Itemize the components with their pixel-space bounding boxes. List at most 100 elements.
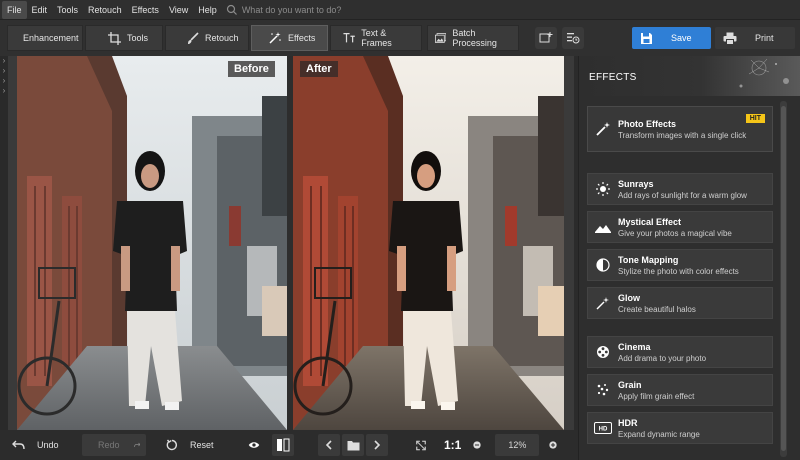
effect-desc: Expand dynamic range — [618, 429, 700, 439]
sun-icon — [593, 179, 613, 199]
preview-toggle[interactable] — [248, 434, 266, 456]
compare-icon — [277, 438, 290, 452]
save-button[interactable]: Save — [632, 27, 711, 49]
scrollbar-thumb[interactable] — [781, 106, 786, 451]
photo-canvas — [8, 56, 574, 430]
dandelion-decoration — [739, 58, 789, 88]
effect-title: Grain — [618, 379, 642, 390]
search-icon — [226, 4, 237, 15]
effect-title: HDR — [618, 417, 638, 428]
tab-label: Batch Processing — [452, 28, 497, 48]
menu-bar: File Edit Tools Retouch Effects View Hel… — [0, 0, 800, 20]
svg-text:HD: HD — [599, 427, 608, 433]
next-image-button[interactable] — [366, 434, 388, 456]
effect-desc: Give your photos a magical vibe — [618, 228, 732, 238]
film-reel-icon — [593, 342, 613, 362]
actual-size-button[interactable]: 1:1 — [444, 434, 461, 456]
plus-circle-icon — [549, 441, 558, 449]
printer-icon — [723, 32, 737, 45]
effect-title: Glow — [618, 292, 640, 303]
collapsed-panel-strip[interactable]: › › › › — [0, 56, 8, 430]
tab-text-frames[interactable]: Text & Frames — [330, 25, 422, 51]
minus-circle-icon — [473, 441, 482, 449]
zoom-in-button[interactable] — [549, 434, 563, 456]
effect-card-cinema[interactable]: Cinema Add drama to your photo — [587, 336, 773, 368]
menu-retouch[interactable]: Retouch — [83, 1, 127, 19]
redo-button[interactable]: Redo — [82, 434, 146, 456]
zoom-out-button[interactable] — [473, 434, 487, 456]
menu-effects[interactable]: Effects — [127, 1, 164, 19]
chevron-right-icon: › — [2, 66, 6, 75]
compare-toggle[interactable] — [272, 434, 294, 456]
grain-icon — [593, 380, 613, 400]
reset-button[interactable]: Reset — [166, 434, 226, 456]
open-folder-button[interactable] — [342, 434, 364, 456]
menu-help[interactable]: Help — [193, 1, 222, 19]
effect-card-photo-effects[interactable]: Photo Effects Transform images with a si… — [587, 106, 773, 152]
history-button[interactable] — [562, 27, 584, 49]
chevron-left-icon — [325, 440, 332, 450]
effect-desc: Add drama to your photo — [618, 353, 707, 363]
after-photo — [293, 56, 564, 430]
menu-file[interactable]: File — [2, 0, 27, 19]
after-label: After — [300, 61, 338, 77]
effect-card-sunrays[interactable]: Sunrays Add rays of sunlight for a warm … — [587, 173, 773, 205]
hit-badge: HIT — [745, 114, 765, 123]
previous-image-button[interactable] — [318, 434, 340, 456]
effect-desc: Transform images with a single click — [618, 130, 747, 140]
add-image-icon — [539, 32, 553, 43]
folder-icon — [347, 440, 359, 450]
chevron-right-icon: › — [2, 86, 6, 95]
search-placeholder: What do you want to do? — [241, 4, 342, 15]
effect-title: Tone Mapping — [618, 254, 679, 265]
magic-wand-icon — [593, 119, 613, 139]
effect-desc: Apply film grain effect — [618, 391, 695, 401]
menu-edit[interactable]: Edit — [27, 1, 53, 19]
add-images-button[interactable] — [535, 27, 557, 49]
history-icon — [567, 33, 580, 44]
effect-desc: Stylize the photo with color effects — [618, 266, 739, 276]
effect-card-hdr[interactable]: HD HDR Expand dynamic range — [587, 412, 773, 444]
panel-title: EFFECTS — [589, 72, 637, 83]
effect-desc: Create beautiful halos — [618, 304, 696, 314]
tab-label: Enhancement — [23, 33, 79, 43]
undo-button[interactable]: Undo — [12, 434, 72, 456]
undo-label: Undo — [37, 440, 59, 450]
save-label: Save — [671, 33, 692, 43]
floppy-disk-icon — [641, 32, 652, 44]
reset-icon — [166, 439, 178, 451]
tab-retouch[interactable]: Retouch — [165, 25, 249, 51]
landscape-icon — [593, 217, 613, 237]
tab-effects[interactable]: Effects — [251, 25, 328, 51]
undo-arrow-icon — [12, 440, 25, 450]
reset-label: Reset — [190, 440, 214, 450]
images-icon — [435, 33, 447, 43]
effect-card-tone-mapping[interactable]: Tone Mapping Stylize the photo with colo… — [587, 249, 773, 281]
zoom-level[interactable]: 12% — [495, 434, 540, 456]
eye-icon — [248, 442, 260, 448]
hdr-icon: HD — [593, 418, 613, 438]
effect-card-mystical[interactable]: Mystical Effect Give your photos a magic… — [587, 211, 773, 243]
effect-title: Mystical Effect — [618, 216, 682, 227]
command-search[interactable]: What do you want to do? — [226, 4, 342, 16]
bottom-toolbar: Undo Redo Reset 1:1 12% — [0, 430, 578, 460]
effects-panel: EFFECTS Photo Effects Transform images w… — [578, 56, 800, 460]
effect-desc: Add rays of sunlight for a warm glow — [618, 190, 747, 200]
menu-view[interactable]: View — [164, 1, 193, 19]
tab-batch-processing[interactable]: Batch Processing — [427, 25, 519, 51]
menu-tools[interactable]: Tools — [52, 1, 83, 19]
effect-card-glow[interactable]: Glow Create beautiful halos — [587, 287, 773, 319]
tab-label: Retouch — [205, 33, 239, 43]
effect-card-grain[interactable]: Grain Apply film grain effect — [587, 374, 773, 406]
tab-tools[interactable]: Tools — [85, 25, 163, 51]
tab-label: Text & Frames — [361, 28, 392, 48]
tab-enhancement[interactable]: Enhancement — [7, 25, 83, 51]
zoom-value: 12% — [508, 440, 527, 450]
before-photo — [17, 56, 287, 430]
chevron-right-icon: › — [2, 76, 6, 85]
chevron-right-icon: › — [2, 56, 6, 65]
print-button[interactable]: Print — [715, 27, 795, 49]
fit-screen-button[interactable] — [416, 434, 432, 456]
print-label: Print — [755, 33, 774, 43]
redo-arrow-icon — [133, 442, 140, 448]
